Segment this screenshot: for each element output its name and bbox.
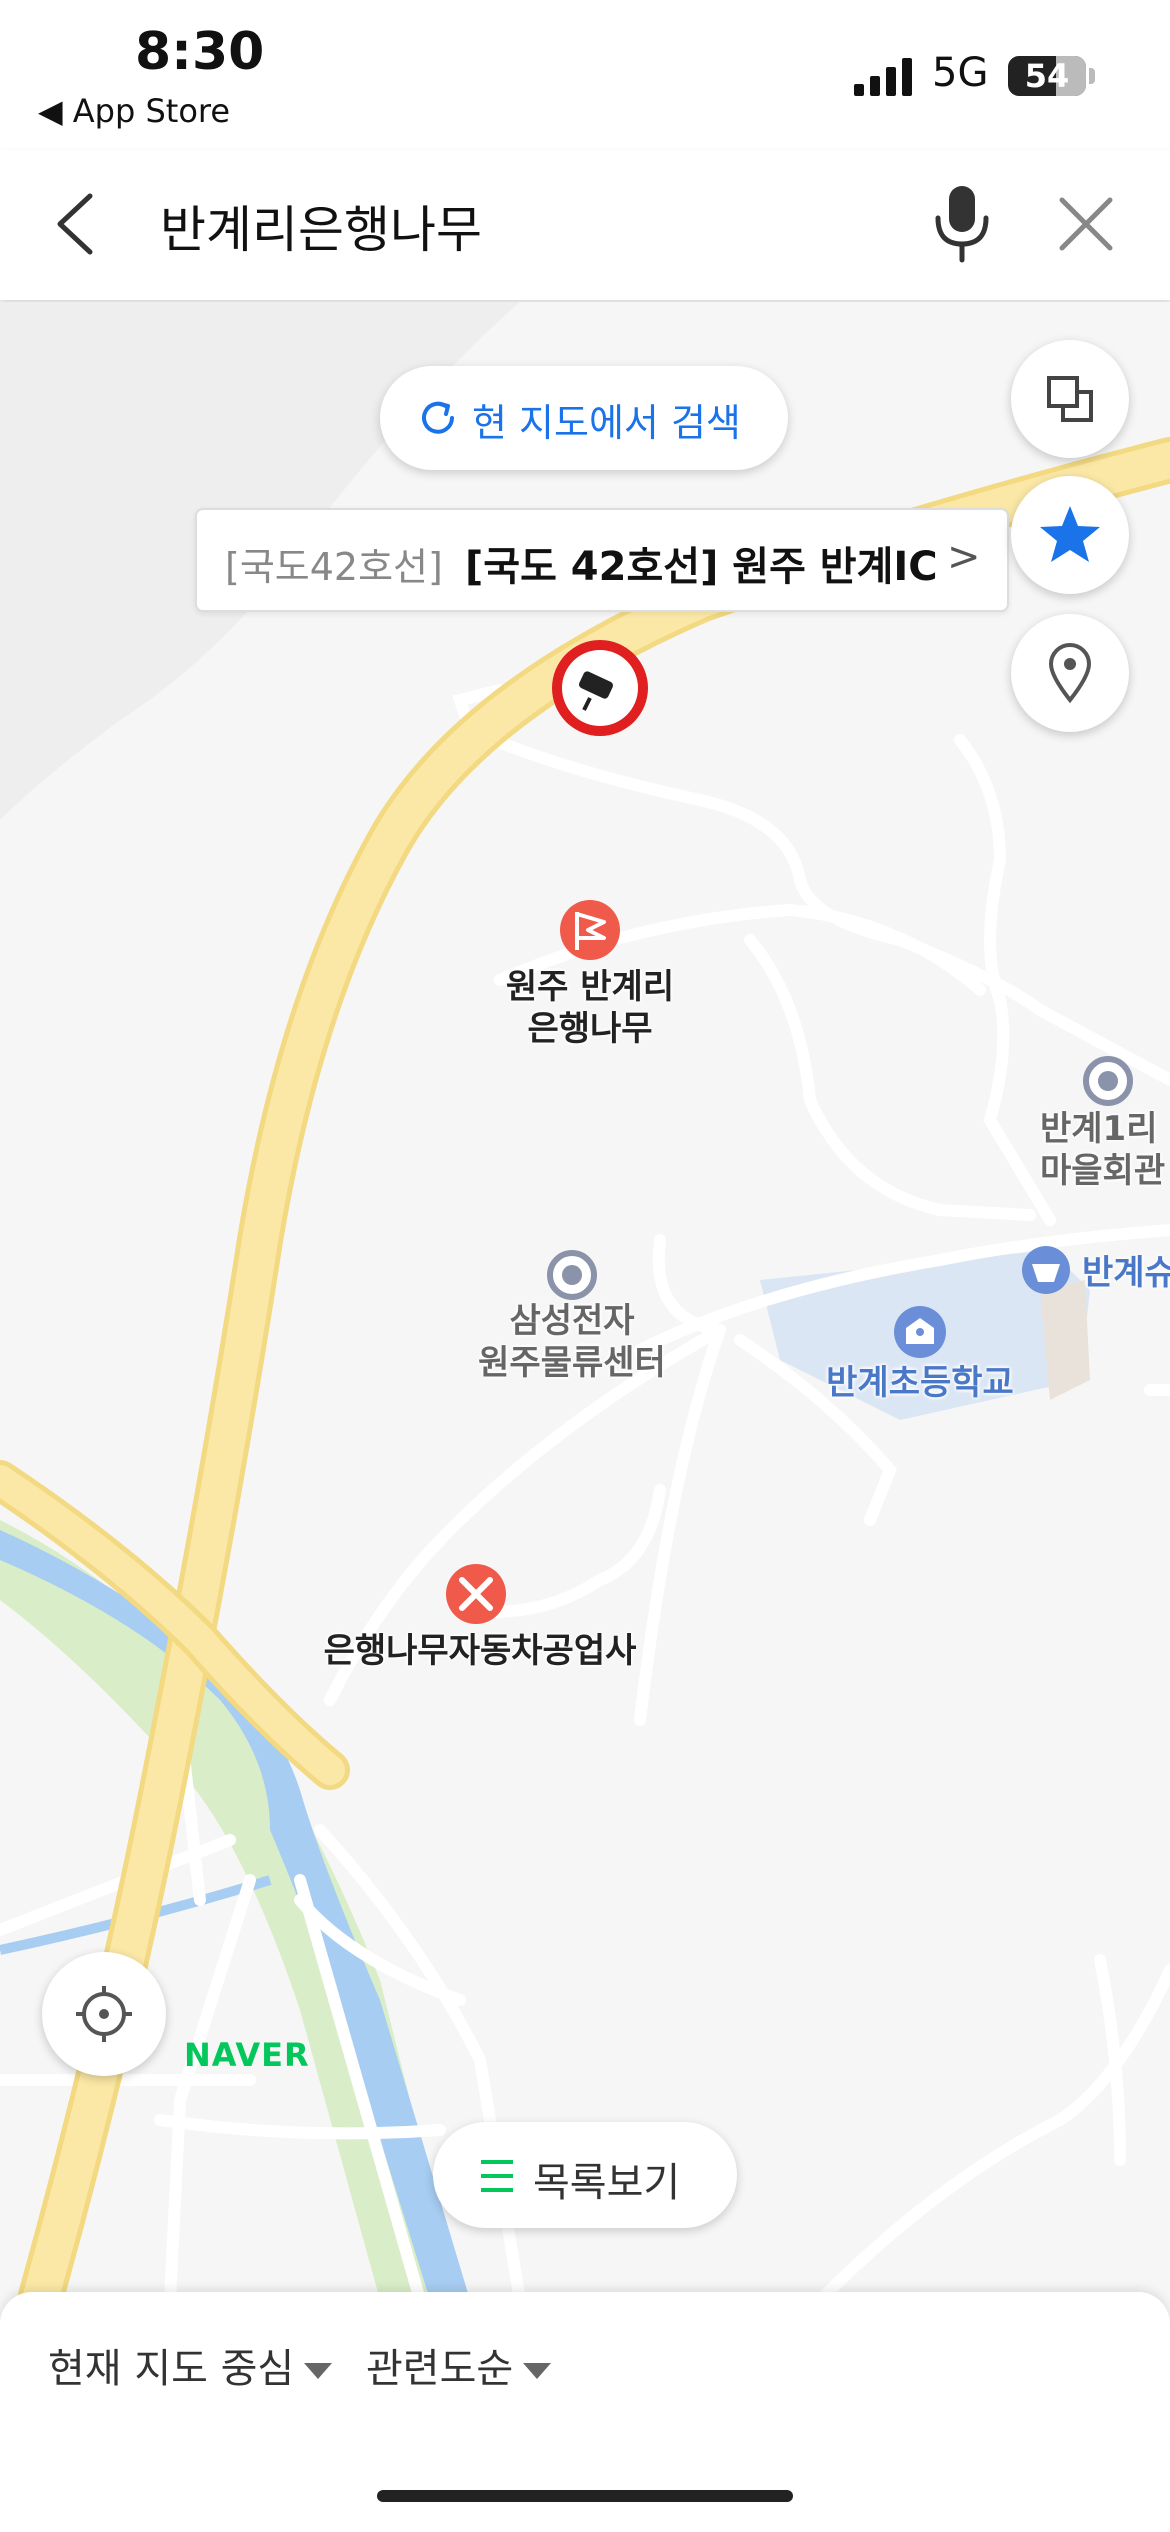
status-bar: 8:30 ◀ App Store 5G 54 [0, 0, 1170, 150]
microphone-icon[interactable] [930, 182, 994, 264]
battery-icon: 54 [1008, 56, 1086, 96]
repair-icon [446, 1564, 506, 1624]
layers-button[interactable] [1011, 340, 1129, 458]
pin-button[interactable] [1011, 614, 1129, 732]
poi-label-school[interactable]: 반계초등학교 [800, 1362, 1040, 1404]
favorites-button[interactable] [1011, 476, 1129, 594]
status-time: 8:30 [135, 22, 265, 82]
place-dot-icon [547, 1250, 597, 1300]
current-location-button[interactable] [42, 1952, 166, 2076]
refresh-icon [422, 401, 454, 434]
layers-icon [1047, 376, 1093, 422]
poi-label-ginkgo-tree[interactable]: 원주 반계리 은행나무 [470, 966, 710, 1050]
poi-label-samsung[interactable]: 삼성전자 원주물류센터 [452, 1300, 692, 1384]
back-arrow-icon[interactable] [52, 192, 98, 256]
search-this-area-label: 현 지도에서 검색 [472, 401, 741, 445]
list-view-label: 목록보기 [533, 2160, 681, 2206]
close-icon[interactable] [1058, 196, 1114, 252]
road-tooltip[interactable]: [국도42호선] [국도 42호선] 원주 반계IC > [195, 508, 1009, 612]
filter-sort[interactable]: 관련도순 [366, 2336, 552, 2394]
flag-icon [560, 900, 620, 960]
school-icon [894, 1306, 946, 1358]
dropdown-caret-icon [304, 2363, 333, 2379]
network-type: 5G [932, 50, 989, 96]
location-pin-icon [1048, 643, 1092, 704]
home-indicator[interactable] [377, 2490, 793, 2502]
chevron-right-icon: > [947, 534, 981, 580]
naver-logo: NAVER [184, 2036, 310, 2074]
road-tooltip-title: [국도 42호선] 원주 반계IC [465, 544, 938, 590]
list-icon [481, 2160, 513, 2192]
signal-icon [854, 58, 912, 96]
filter-map-center[interactable]: 현재 지도 중심 [48, 2336, 333, 2394]
battery-level: 54 [1024, 57, 1070, 95]
battery-nub [1089, 68, 1095, 84]
back-to-app-store-link[interactable]: ◀ App Store [38, 92, 230, 130]
filter-sort-label: 관련도순 [366, 2346, 514, 2392]
road-tooltip-prefix: [국도42호선] [225, 545, 443, 589]
dropdown-caret-icon [523, 2363, 552, 2379]
star-icon [1040, 506, 1100, 562]
cctv-icon [552, 640, 648, 736]
poi-label-store[interactable]: 반계슈 [1082, 1252, 1170, 1294]
store-icon [1022, 1246, 1070, 1294]
place-dot-icon [1083, 1056, 1133, 1106]
filter-map-center-label: 현재 지도 중심 [48, 2346, 295, 2392]
search-this-area-button[interactable]: 현 지도에서 검색 [380, 366, 788, 470]
poi-label-village-hall[interactable]: 반계1리 마을회관 [1040, 1108, 1170, 1192]
search-input[interactable]: 반계리은행나무 [160, 190, 482, 262]
crosshair-icon [76, 1986, 132, 2042]
poi-label-repair-shop[interactable]: 은행나무자동차공업사 [300, 1630, 660, 1672]
list-view-button[interactable]: 목록보기 [433, 2122, 737, 2228]
